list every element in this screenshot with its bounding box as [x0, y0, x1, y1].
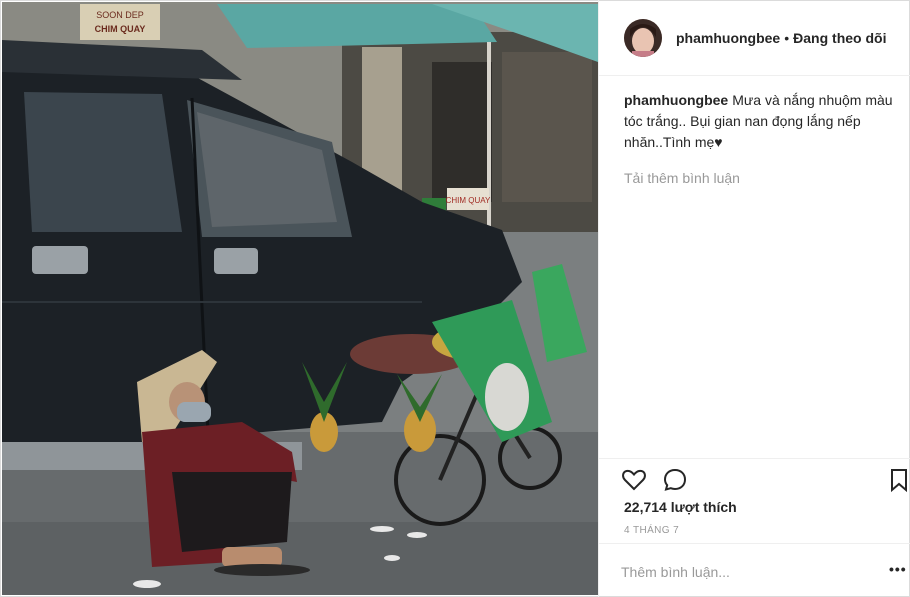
sign-text-top: SOON DEP: [96, 10, 144, 20]
action-bar: [599, 458, 910, 498]
header-username[interactable]: phamhuongbee: [676, 30, 780, 46]
comment-icon[interactable]: [662, 467, 688, 493]
post-details-panel: phamhuongbee • Đang theo dõi phamhuongbee M…: [598, 0, 910, 597]
sign-text-bottom: CHIM QUAY: [95, 24, 146, 34]
caption: phamhuongbee Mưa và nắng nhuộm màu tóc tr…: [624, 90, 899, 153]
comment-row: •••: [599, 543, 910, 597]
header-separator: •: [784, 29, 790, 46]
heart-icon[interactable]: [621, 467, 647, 493]
comment-input[interactable]: [621, 561, 861, 583]
shop-sign-text: CHIM QUAY: [446, 196, 491, 205]
load-more-comments-link[interactable]: Tải thêm bình luận: [624, 170, 740, 186]
follow-status-button[interactable]: Đang theo dõi: [793, 30, 886, 46]
avatar[interactable]: [624, 18, 662, 57]
bookmark-icon[interactable]: [889, 467, 909, 493]
caption-username[interactable]: phamhuongbee: [624, 92, 728, 108]
post-date[interactable]: 4 THÁNG 7: [624, 525, 679, 536]
post-photo[interactable]: SOON DEP CHIM QUAY CHIM QUAY: [2, 2, 598, 595]
street-scene-image: SOON DEP CHIM QUAY CHIM QUAY: [2, 2, 598, 595]
avatar-image: [624, 18, 662, 57]
likes-count[interactable]: 22,714 lượt thích: [624, 499, 737, 515]
post-header: phamhuongbee • Đang theo dõi: [599, 0, 910, 76]
more-options-icon[interactable]: •••: [889, 562, 907, 578]
header-text: phamhuongbee • Đang theo dõi: [676, 30, 886, 46]
